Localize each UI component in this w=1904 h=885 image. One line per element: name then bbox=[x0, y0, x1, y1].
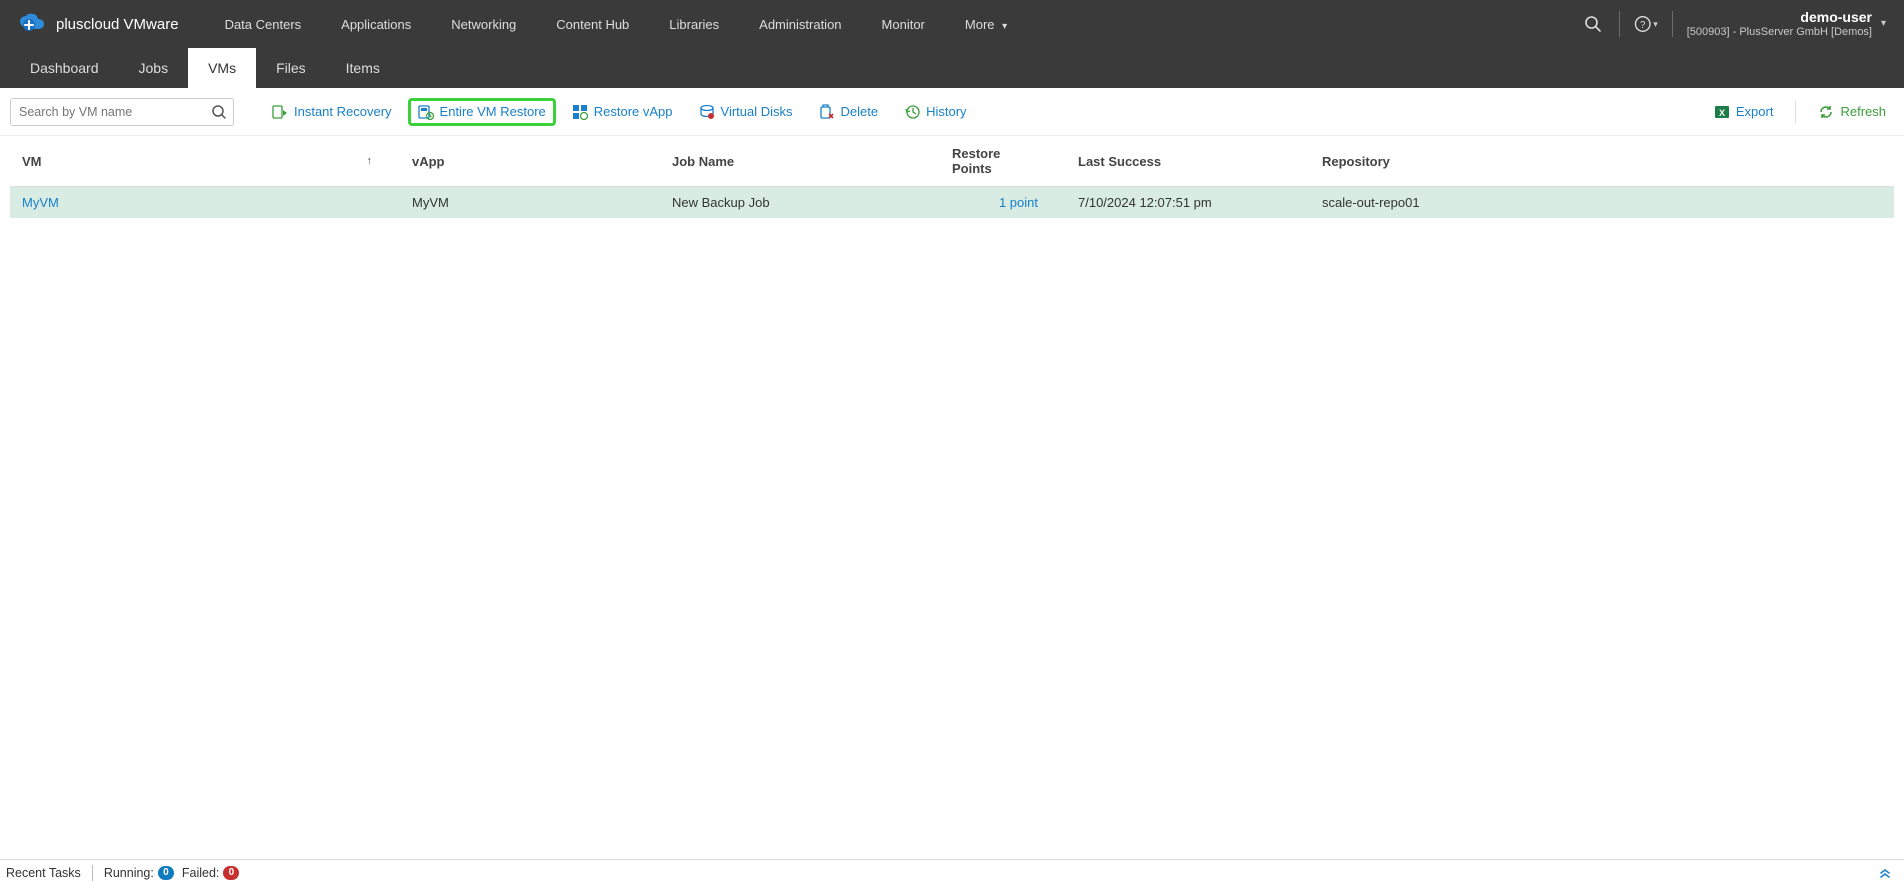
entire-vm-restore-icon bbox=[418, 104, 434, 120]
col-repository[interactable]: Repository bbox=[1310, 136, 1894, 187]
entire-vm-restore-label: Entire VM Restore bbox=[440, 104, 546, 119]
divider bbox=[1619, 11, 1620, 37]
search-icon bbox=[1583, 14, 1603, 34]
history-button[interactable]: History bbox=[896, 100, 974, 124]
chevron-down-icon: ▾ bbox=[1881, 18, 1886, 30]
export-button[interactable]: X Export bbox=[1706, 100, 1782, 124]
chevron-down-icon: ▾ bbox=[1653, 19, 1658, 30]
nav-libraries[interactable]: Libraries bbox=[651, 9, 737, 40]
vm-link[interactable]: MyVM bbox=[22, 195, 59, 210]
recent-tasks-label[interactable]: Recent Tasks bbox=[6, 866, 81, 880]
brand-logo-icon bbox=[18, 13, 46, 35]
chevron-down-icon: ▾ bbox=[1002, 21, 1007, 32]
export-label: Export bbox=[1736, 104, 1774, 119]
table-header-row: VM ↑ vApp Job Name Restore Points Last S… bbox=[10, 136, 1894, 187]
delete-label: Delete bbox=[841, 104, 879, 119]
delete-icon bbox=[819, 104, 835, 120]
virtual-disks-button[interactable]: Virtual Disks bbox=[691, 100, 801, 124]
vm-table: VM ↑ vApp Job Name Restore Points Last S… bbox=[10, 136, 1894, 218]
footer-bar: Recent Tasks Running: 0 Failed: 0 bbox=[0, 859, 1904, 885]
nav-more-label: More bbox=[965, 17, 995, 32]
top-right: ? ▾ demo-user [500903] - PlusServer GmbH… bbox=[1581, 0, 1886, 48]
refresh-icon bbox=[1818, 104, 1834, 120]
table-row[interactable]: MyVM MyVM New Backup Job 1 point 7/10/20… bbox=[10, 187, 1894, 219]
virtual-disks-label: Virtual Disks bbox=[721, 104, 793, 119]
history-icon bbox=[904, 104, 920, 120]
svg-text:?: ? bbox=[1640, 20, 1646, 31]
sub-tab-bar: Dashboard Jobs VMs Files Items bbox=[0, 48, 1904, 88]
tab-vms[interactable]: VMs bbox=[188, 48, 256, 88]
top-nav-bar: pluscloud VMware Data Centers Applicatio… bbox=[0, 0, 1904, 48]
tab-dashboard[interactable]: Dashboard bbox=[10, 48, 119, 88]
user-menu[interactable]: demo-user [500903] - PlusServer GmbH [De… bbox=[1687, 9, 1886, 39]
search-input[interactable] bbox=[19, 105, 211, 119]
vm-table-wrap: VM ↑ vApp Job Name Restore Points Last S… bbox=[0, 136, 1904, 859]
instant-recovery-icon bbox=[272, 104, 288, 120]
tab-items[interactable]: Items bbox=[326, 48, 400, 88]
brand-name: pluscloud VMware bbox=[56, 16, 179, 33]
col-last-success[interactable]: Last Success bbox=[1050, 136, 1310, 187]
cell-repository: scale-out-repo01 bbox=[1310, 187, 1894, 219]
nav-more[interactable]: More ▾ bbox=[947, 9, 1025, 40]
nav-networking[interactable]: Networking bbox=[433, 9, 534, 40]
toolbar: Instant Recovery Entire VM Restore Resto… bbox=[0, 88, 1904, 136]
tab-files[interactable]: Files bbox=[256, 48, 326, 88]
running-label: Running: bbox=[104, 866, 154, 880]
cell-job-name: New Backup Job bbox=[660, 187, 940, 219]
nav-administration[interactable]: Administration bbox=[741, 9, 859, 40]
expand-tasks-button[interactable] bbox=[1878, 866, 1898, 880]
help-button[interactable]: ? ▾ bbox=[1634, 12, 1658, 36]
col-vm-label: VM bbox=[22, 154, 42, 169]
search-box[interactable] bbox=[10, 98, 234, 126]
running-tasks: Running: 0 bbox=[104, 866, 174, 880]
col-vm[interactable]: VM ↑ bbox=[10, 136, 400, 187]
instant-recovery-label: Instant Recovery bbox=[294, 104, 392, 119]
virtual-disks-icon bbox=[699, 104, 715, 120]
user-name: demo-user bbox=[1687, 9, 1872, 26]
failed-tasks: Failed: 0 bbox=[182, 866, 240, 880]
nav-data-centers[interactable]: Data Centers bbox=[207, 9, 320, 40]
nav-applications[interactable]: Applications bbox=[323, 9, 429, 40]
col-vapp[interactable]: vApp bbox=[400, 136, 660, 187]
help-icon: ? bbox=[1634, 15, 1651, 33]
restore-vapp-button[interactable]: Restore vApp bbox=[564, 100, 681, 124]
brand: pluscloud VMware bbox=[18, 13, 179, 35]
excel-icon: X bbox=[1714, 104, 1730, 120]
delete-button[interactable]: Delete bbox=[811, 100, 887, 124]
history-label: History bbox=[926, 104, 966, 119]
toolbar-right: X Export Refresh bbox=[1706, 100, 1894, 124]
double-chevron-up-icon bbox=[1878, 866, 1892, 880]
restore-vapp-icon bbox=[572, 104, 588, 120]
sort-ascending-icon: ↑ bbox=[367, 155, 373, 167]
entire-vm-restore-button[interactable]: Entire VM Restore bbox=[410, 100, 554, 124]
user-org: [500903] - PlusServer GmbH [Demos] bbox=[1687, 26, 1872, 39]
col-restore-points[interactable]: Restore Points bbox=[940, 136, 1050, 187]
tab-jobs[interactable]: Jobs bbox=[119, 48, 189, 88]
divider bbox=[1672, 11, 1673, 37]
divider bbox=[92, 865, 93, 881]
col-job-name[interactable]: Job Name bbox=[660, 136, 940, 187]
search-icon[interactable] bbox=[211, 104, 227, 120]
top-nav: Data Centers Applications Networking Con… bbox=[207, 9, 1026, 40]
restore-vapp-label: Restore vApp bbox=[594, 104, 673, 119]
nav-content-hub[interactable]: Content Hub bbox=[538, 9, 647, 40]
restore-points-link[interactable]: 1 point bbox=[999, 195, 1038, 210]
nav-monitor[interactable]: Monitor bbox=[864, 9, 943, 40]
instant-recovery-button[interactable]: Instant Recovery bbox=[264, 100, 400, 124]
refresh-button[interactable]: Refresh bbox=[1810, 100, 1894, 124]
svg-text:X: X bbox=[1719, 108, 1725, 118]
divider bbox=[1795, 101, 1796, 123]
failed-count-badge: 0 bbox=[223, 866, 239, 880]
cell-vapp: MyVM bbox=[400, 187, 660, 219]
cell-last-success: 7/10/2024 12:07:51 pm bbox=[1050, 187, 1310, 219]
refresh-label: Refresh bbox=[1840, 104, 1886, 119]
global-search-button[interactable] bbox=[1581, 12, 1605, 36]
failed-label: Failed: bbox=[182, 866, 220, 880]
running-count-badge: 0 bbox=[158, 866, 174, 880]
